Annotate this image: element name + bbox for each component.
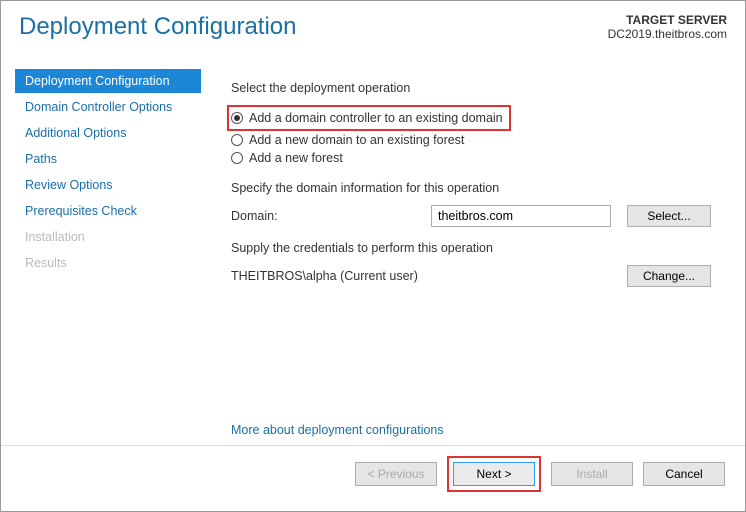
next-button[interactable]: Next > <box>453 462 535 486</box>
page-title: Deployment Configuration <box>19 13 297 41</box>
wizard-sidebar: Deployment Configuration Domain Controll… <box>1 65 201 445</box>
credentials-row: THEITBROS\alpha (Current user) Change... <box>231 265 723 287</box>
nav-results: Results <box>15 251 201 275</box>
deployment-operation-radio-group: Add a domain controller to an existing d… <box>231 105 723 167</box>
nav-deployment-configuration[interactable]: Deployment Configuration <box>15 69 201 93</box>
more-about-link[interactable]: More about deployment configurations <box>231 423 444 437</box>
target-label: TARGET SERVER <box>608 13 727 27</box>
nav-review-options[interactable]: Review Options <box>15 173 201 197</box>
highlight-add-dc: Add a domain controller to an existing d… <box>227 105 511 131</box>
radio-icon <box>231 112 243 124</box>
nav-domain-controller-options[interactable]: Domain Controller Options <box>15 95 201 119</box>
credentials-value: THEITBROS\alpha (Current user) <box>231 269 627 283</box>
radio-label: Add a new forest <box>249 151 343 165</box>
nav-installation: Installation <box>15 225 201 249</box>
wizard-footer: < Previous Next > Install Cancel <box>1 445 745 501</box>
previous-button: < Previous <box>355 462 437 486</box>
radio-icon <box>231 152 243 164</box>
wizard-body: Deployment Configuration Domain Controll… <box>1 65 745 445</box>
select-operation-label: Select the deployment operation <box>231 81 723 95</box>
nav-prerequisites-check[interactable]: Prerequisites Check <box>15 199 201 223</box>
cancel-button[interactable]: Cancel <box>643 462 725 486</box>
domain-label: Domain: <box>231 209 431 223</box>
wizard-header: Deployment Configuration TARGET SERVER D… <box>1 1 745 65</box>
nav-additional-options[interactable]: Additional Options <box>15 121 201 145</box>
radio-icon <box>231 134 243 146</box>
target-server-block: TARGET SERVER DC2019.theitbros.com <box>608 13 727 41</box>
radio-add-domain[interactable]: Add a new domain to an existing forest <box>231 131 723 149</box>
target-server-name: DC2019.theitbros.com <box>608 27 727 41</box>
highlight-next: Next > <box>447 456 541 492</box>
specify-info-label: Specify the domain information for this … <box>231 181 723 195</box>
select-domain-button[interactable]: Select... <box>627 205 711 227</box>
credentials-label: Supply the credentials to perform this o… <box>231 241 723 255</box>
wizard-content: Select the deployment operation Add a do… <box>201 65 745 445</box>
radio-label: Add a new domain to an existing forest <box>249 133 464 147</box>
radio-add-dc[interactable]: Add a domain controller to an existing d… <box>231 109 503 127</box>
nav-paths[interactable]: Paths <box>15 147 201 171</box>
domain-row: Domain: Select... <box>231 205 723 227</box>
radio-label: Add a domain controller to an existing d… <box>249 111 503 125</box>
domain-input[interactable] <box>431 205 611 227</box>
change-credentials-button[interactable]: Change... <box>627 265 711 287</box>
install-button: Install <box>551 462 633 486</box>
radio-add-forest[interactable]: Add a new forest <box>231 149 723 167</box>
